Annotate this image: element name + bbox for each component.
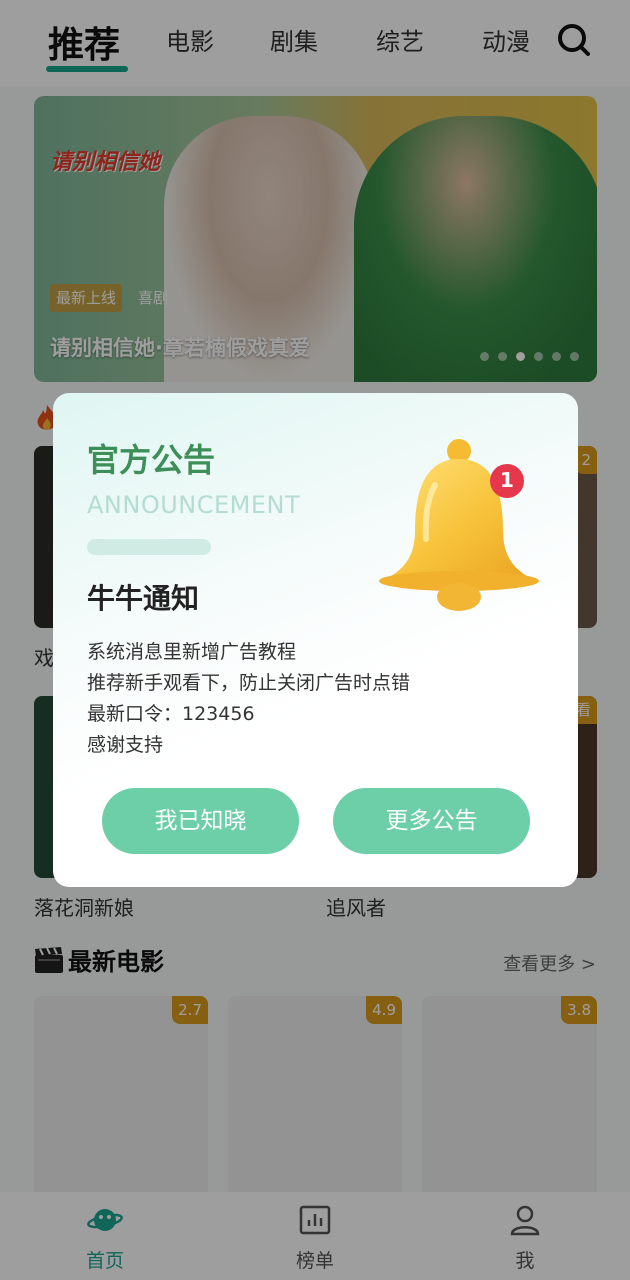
acknowledge-button[interactable]: 我已知晓	[102, 788, 299, 854]
modal-subtitle: ANNOUNCEMENT	[87, 491, 301, 519]
modal-message-line: 最新口令：123456	[87, 703, 255, 725]
modal-decor-bar	[87, 539, 211, 555]
bell-badge-count: 1	[500, 468, 514, 492]
modal-heading: 牛牛通知	[87, 582, 200, 615]
modal-message-line: 系统消息里新增广告教程	[87, 641, 297, 663]
more-announcements-button[interactable]: 更多公告	[333, 788, 530, 854]
modal-message: 系统消息里新增广告教程 推荐新手观看下，防止关闭广告时点错 最新口令：12345…	[87, 637, 410, 761]
modal-message-line: 感谢支持	[87, 734, 164, 756]
announcement-modal: 官方公告 ANNOUNCEMENT 牛牛通知 系统消息里新增广告教程 推荐新手观…	[53, 393, 578, 887]
modal-title: 官方公告	[87, 441, 216, 479]
bell-icon: 1	[371, 435, 551, 625]
modal-message-line: 推荐新手观看下，防止关闭广告时点错	[87, 672, 411, 694]
